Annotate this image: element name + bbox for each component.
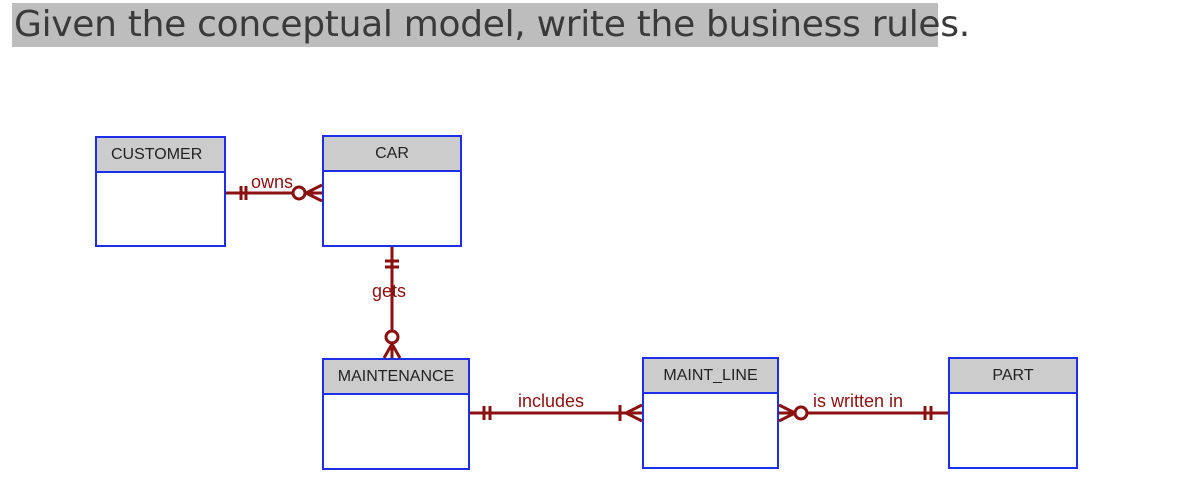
is-written-in-zero-circle (793, 405, 809, 421)
relationship-label-gets: gets (372, 281, 406, 301)
gets-zero-circle (384, 329, 400, 345)
owns-zero-circle (291, 185, 307, 201)
relationship-gets (382, 247, 402, 359)
relationship-label-owns: owns (251, 172, 293, 192)
relationship-label-is-written-in: is written in (813, 391, 903, 411)
relationship-lines: owns gets includes is written in (226, 172, 948, 423)
relationship-label-includes: includes (518, 391, 584, 411)
